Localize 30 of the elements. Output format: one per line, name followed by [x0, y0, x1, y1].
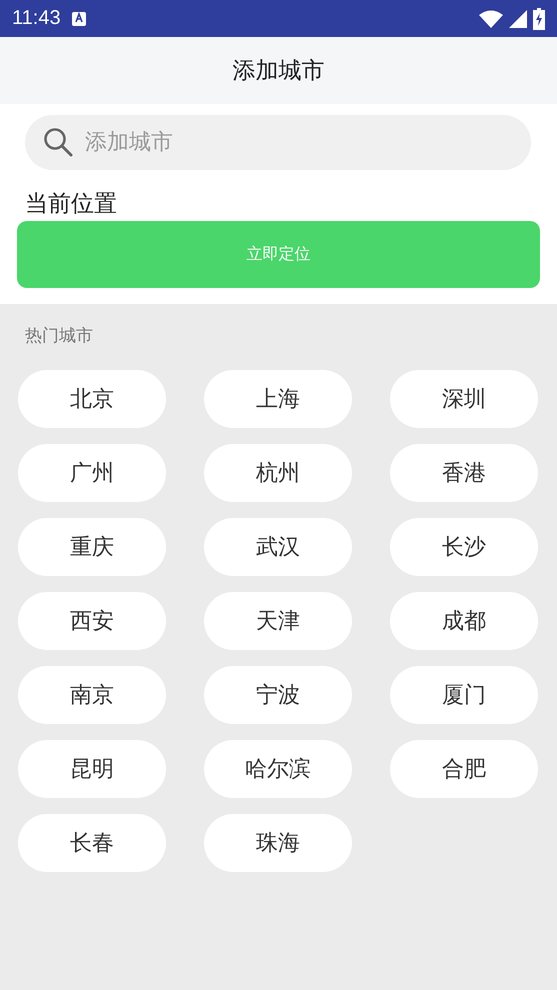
city-button[interactable]: 重庆	[18, 518, 166, 576]
keyboard-icon	[70, 10, 87, 26]
battery-icon	[533, 8, 545, 30]
section-label: 热门城市	[25, 325, 94, 347]
city-button[interactable]: 长春	[18, 814, 166, 872]
status-time: 11:43	[12, 7, 61, 30]
city-button[interactable]: 深圳	[390, 370, 538, 428]
city-button[interactable]: 哈尔滨	[204, 740, 352, 798]
city-button[interactable]: 宁波	[204, 666, 352, 724]
city-button[interactable]: 香港	[390, 444, 538, 502]
city-button[interactable]: 珠海	[204, 814, 352, 872]
city-button[interactable]: 杭州	[204, 444, 352, 502]
city-button[interactable]: 合肥	[390, 740, 538, 798]
search-icon	[43, 127, 73, 157]
city-button[interactable]: 西安	[18, 592, 166, 650]
city-button[interactable]: 南京	[18, 666, 166, 724]
city-button[interactable]: 武汉	[204, 518, 352, 576]
wifi-icon	[479, 10, 503, 28]
city-button[interactable]: 天津	[204, 592, 352, 650]
city-button[interactable]: 上海	[204, 370, 352, 428]
city-button[interactable]: 长沙	[390, 518, 538, 576]
page-title: 添加城市	[232, 57, 324, 86]
section-label: 当前位置	[25, 190, 118, 219]
signal-icon	[509, 10, 527, 28]
city-button[interactable]: 成都	[390, 592, 538, 650]
city-button[interactable]: 厦门	[390, 666, 538, 724]
city-button[interactable]: 北京	[18, 370, 166, 428]
city-button[interactable]: 广州	[18, 444, 166, 502]
city-button[interactable]: 昆明	[18, 740, 166, 798]
search-field[interactable]: 添加城市	[25, 115, 531, 170]
